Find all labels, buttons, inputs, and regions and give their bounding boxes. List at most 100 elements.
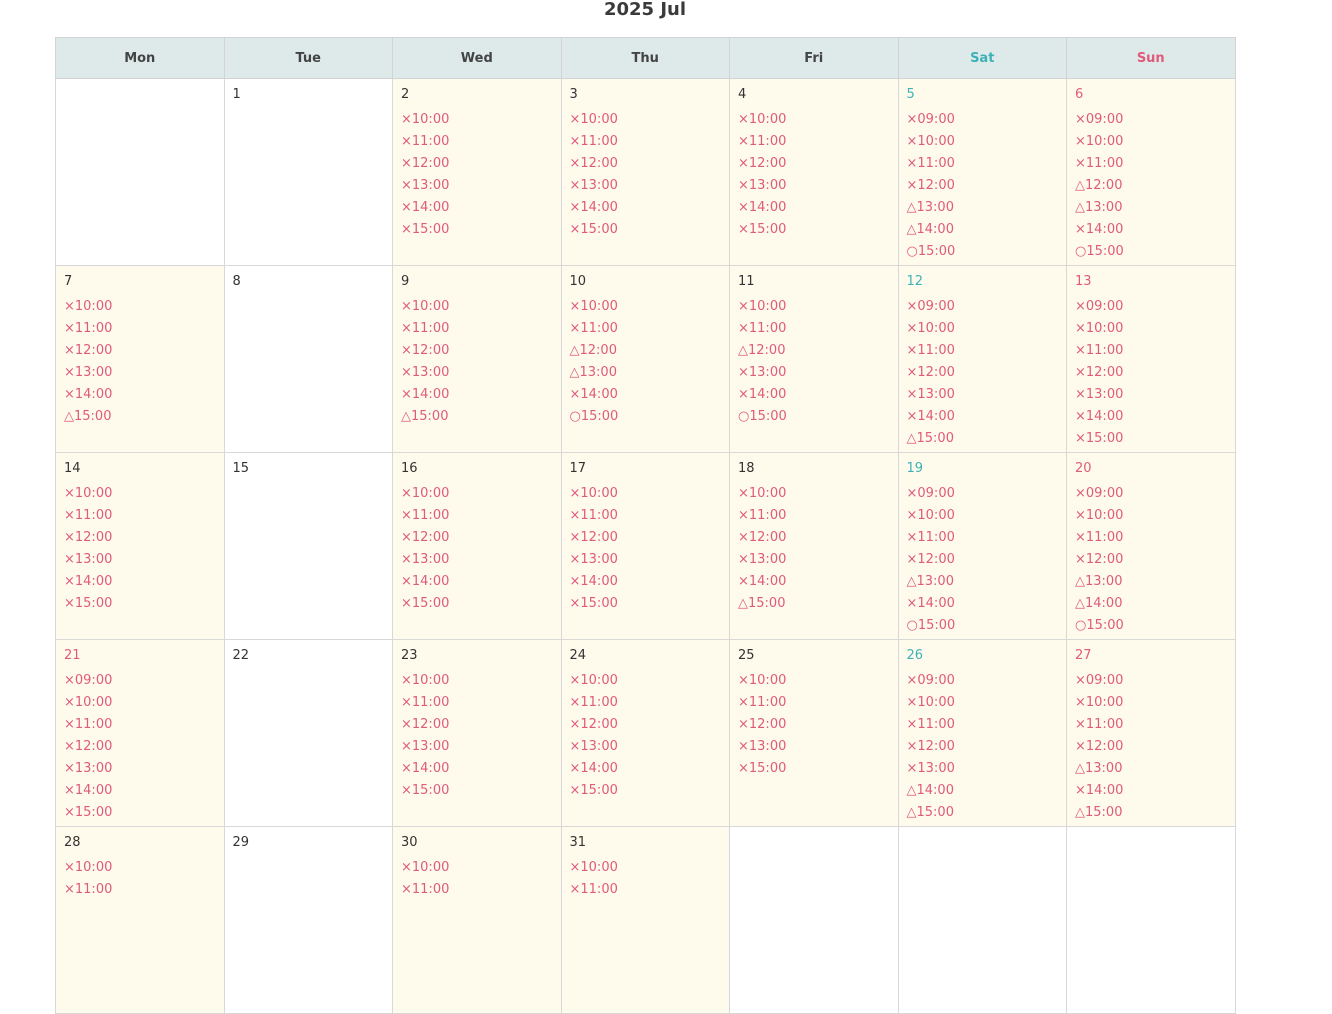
time-slot[interactable]: ×10:00: [401, 670, 561, 692]
time-slot[interactable]: ×11:00: [570, 131, 730, 153]
time-slot[interactable]: △15:00: [907, 802, 1067, 824]
time-slot[interactable]: ×13:00: [64, 549, 224, 571]
time-slot[interactable]: ×14:00: [1075, 219, 1235, 241]
time-slot[interactable]: ×14:00: [401, 758, 561, 780]
time-slot[interactable]: ×13:00: [401, 736, 561, 758]
day-cell[interactable]: 2 ×10:00 ×11:00 ×12:00 ×13:00 ×14:00 ×15:00: [392, 78, 562, 266]
time-slot[interactable]: ×11:00: [570, 692, 730, 714]
time-slot[interactable]: ×09:00: [1075, 109, 1235, 131]
day-cell[interactable]: 12 ×09:00 ×10:00 ×11:00 ×12:00 ×13:00 ×14:00 △1…: [897, 265, 1067, 453]
time-slot[interactable]: ×13:00: [64, 362, 224, 384]
day-cell[interactable]: 23 ×10:00 ×11:00 ×12:00 ×13:00 ×14:00 ×15:00: [392, 639, 562, 827]
time-slot[interactable]: ×13:00: [738, 362, 898, 384]
time-slot[interactable]: ×14:00: [570, 197, 730, 219]
time-slot[interactable]: ×12:00: [401, 340, 561, 362]
time-slot[interactable]: ×12:00: [570, 153, 730, 175]
day-cell[interactable]: 31 ×10:00 ×11:00: [560, 826, 730, 1014]
time-slot[interactable]: ×10:00: [401, 483, 561, 505]
time-slot[interactable]: ×11:00: [64, 879, 224, 901]
time-slot[interactable]: ×15:00: [570, 780, 730, 802]
time-slot[interactable]: ×11:00: [64, 505, 224, 527]
time-slot[interactable]: ×15:00: [570, 219, 730, 241]
time-slot[interactable]: ×09:00: [64, 670, 224, 692]
time-slot[interactable]: △12:00: [738, 340, 898, 362]
time-slot[interactable]: ○15:00: [1075, 241, 1235, 263]
time-slot[interactable]: ○15:00: [738, 406, 898, 428]
time-slot[interactable]: ×10:00: [64, 483, 224, 505]
time-slot[interactable]: ×13:00: [1075, 384, 1235, 406]
time-slot[interactable]: ×15:00: [738, 758, 898, 780]
time-slot[interactable]: △15:00: [1075, 802, 1235, 824]
time-slot[interactable]: ×11:00: [401, 318, 561, 340]
time-slot[interactable]: ○15:00: [570, 406, 730, 428]
time-slot[interactable]: ×11:00: [64, 714, 224, 736]
time-slot[interactable]: ×10:00: [64, 857, 224, 879]
day-cell[interactable]: 17 ×10:00 ×11:00 ×12:00 ×13:00 ×14:00 ×15:00: [560, 452, 730, 640]
time-slot[interactable]: △15:00: [738, 593, 898, 615]
time-slot[interactable]: △14:00: [907, 219, 1067, 241]
time-slot[interactable]: ×11:00: [401, 505, 561, 527]
time-slot[interactable]: ×11:00: [1075, 527, 1235, 549]
time-slot[interactable]: ×13:00: [738, 175, 898, 197]
time-slot[interactable]: ×11:00: [401, 131, 561, 153]
time-slot[interactable]: ×10:00: [1075, 505, 1235, 527]
day-cell[interactable]: 9 ×10:00 ×11:00 ×12:00 ×13:00 ×14:00 △15:00: [392, 265, 562, 453]
day-cell[interactable]: 10 ×10:00 ×11:00 △12:00 △13:00 ×14:00 ○15:00: [560, 265, 730, 453]
time-slot[interactable]: ×09:00: [907, 109, 1067, 131]
time-slot[interactable]: ×11:00: [907, 527, 1067, 549]
time-slot[interactable]: ×15:00: [401, 593, 561, 615]
time-slot[interactable]: ×12:00: [570, 527, 730, 549]
time-slot[interactable]: △15:00: [907, 428, 1067, 450]
time-slot[interactable]: ×13:00: [64, 758, 224, 780]
time-slot[interactable]: ×13:00: [738, 736, 898, 758]
time-slot[interactable]: ×11:00: [738, 131, 898, 153]
time-slot[interactable]: ×12:00: [907, 549, 1067, 571]
time-slot[interactable]: ×12:00: [907, 736, 1067, 758]
time-slot[interactable]: ×11:00: [907, 153, 1067, 175]
day-cell[interactable]: 7 ×10:00 ×11:00 ×12:00 ×13:00 ×14:00 △15:00: [55, 265, 225, 453]
time-slot[interactable]: ×15:00: [738, 219, 898, 241]
time-slot[interactable]: △14:00: [907, 780, 1067, 802]
day-cell[interactable]: 21 ×09:00 ×10:00 ×11:00 ×12:00 ×13:00 ×14:00 ×1…: [55, 639, 225, 827]
time-slot[interactable]: ×14:00: [738, 384, 898, 406]
time-slot[interactable]: ×11:00: [570, 879, 730, 901]
time-slot[interactable]: ×14:00: [1075, 406, 1235, 428]
time-slot[interactable]: △15:00: [64, 406, 224, 428]
day-cell[interactable]: 6 ×09:00 ×10:00 ×11:00 △12:00 △13:00 ×14:00 ○15…: [1066, 78, 1236, 266]
time-slot[interactable]: ×11:00: [570, 505, 730, 527]
time-slot[interactable]: ×13:00: [401, 175, 561, 197]
time-slot[interactable]: △14:00: [1075, 593, 1235, 615]
time-slot[interactable]: ×11:00: [907, 714, 1067, 736]
time-slot[interactable]: ×12:00: [907, 175, 1067, 197]
time-slot[interactable]: ×14:00: [738, 571, 898, 593]
time-slot[interactable]: ×15:00: [401, 780, 561, 802]
time-slot[interactable]: ×09:00: [907, 670, 1067, 692]
day-cell[interactable]: 28 ×10:00 ×11:00: [55, 826, 225, 1014]
time-slot[interactable]: ×12:00: [64, 527, 224, 549]
time-slot[interactable]: ×12:00: [64, 340, 224, 362]
time-slot[interactable]: △13:00: [1075, 197, 1235, 219]
time-slot[interactable]: ×10:00: [738, 296, 898, 318]
time-slot[interactable]: ×13:00: [401, 549, 561, 571]
day-cell[interactable]: 27 ×09:00 ×10:00 ×11:00 ×12:00 △13:00 ×14:00 △1…: [1066, 639, 1236, 827]
time-slot[interactable]: ×12:00: [570, 714, 730, 736]
time-slot[interactable]: ×10:00: [1075, 318, 1235, 340]
time-slot[interactable]: △13:00: [570, 362, 730, 384]
time-slot[interactable]: ×11:00: [401, 692, 561, 714]
time-slot[interactable]: ×11:00: [738, 505, 898, 527]
time-slot[interactable]: ×10:00: [738, 670, 898, 692]
time-slot[interactable]: ×12:00: [1075, 549, 1235, 571]
time-slot[interactable]: ×09:00: [1075, 670, 1235, 692]
time-slot[interactable]: ×14:00: [907, 406, 1067, 428]
time-slot[interactable]: ×10:00: [64, 692, 224, 714]
day-cell[interactable]: 26 ×09:00 ×10:00 ×11:00 ×12:00 ×13:00 △14:00 △1…: [897, 639, 1067, 827]
day-cell[interactable]: 19 ×09:00 ×10:00 ×11:00 ×12:00 △13:00 ×14:00 ○1…: [897, 452, 1067, 640]
time-slot[interactable]: ×10:00: [570, 296, 730, 318]
time-slot[interactable]: ×12:00: [401, 527, 561, 549]
time-slot[interactable]: ×14:00: [738, 197, 898, 219]
time-slot[interactable]: ×15:00: [64, 593, 224, 615]
time-slot[interactable]: ×13:00: [570, 549, 730, 571]
time-slot[interactable]: ×12:00: [1075, 362, 1235, 384]
time-slot[interactable]: ×11:00: [401, 879, 561, 901]
time-slot[interactable]: ○15:00: [1075, 615, 1235, 637]
